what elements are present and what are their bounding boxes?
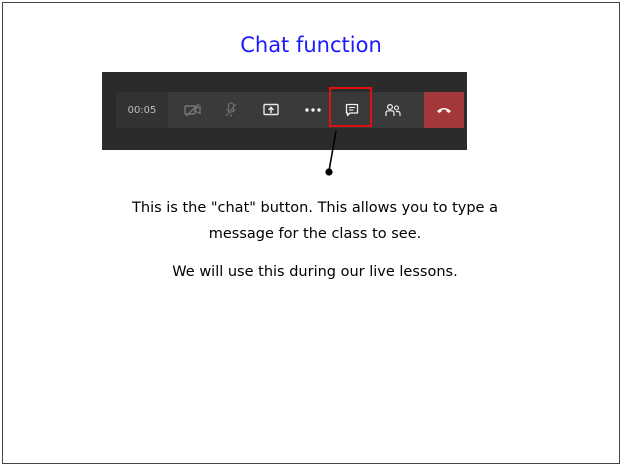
meeting-toolbar-screenshot: 00:05 xyxy=(102,72,467,150)
meeting-toolbar: 00:05 xyxy=(116,92,464,128)
description-line-2: message for the class to see. xyxy=(208,226,422,242)
description-line-1: This is the "chat" button. This allows y… xyxy=(132,200,498,216)
participants-icon[interactable] xyxy=(378,92,408,128)
slide: Chat function 00:05 This is the "chat" b… xyxy=(2,2,620,464)
note-text: We will use this during our live lessons… xyxy=(172,264,458,280)
call-timer: 00:05 xyxy=(116,92,168,128)
chat-button-highlight xyxy=(329,87,372,127)
mic-off-icon[interactable] xyxy=(216,92,246,128)
slide-title: Chat function xyxy=(240,33,382,57)
hang-up-icon xyxy=(437,108,451,113)
hang-up-button[interactable] xyxy=(424,92,464,128)
camera-off-icon[interactable] xyxy=(178,92,208,128)
share-screen-icon[interactable] xyxy=(256,92,286,128)
more-options-icon[interactable] xyxy=(298,92,328,128)
description-text: This is the "chat" button. This allows y… xyxy=(43,195,587,247)
